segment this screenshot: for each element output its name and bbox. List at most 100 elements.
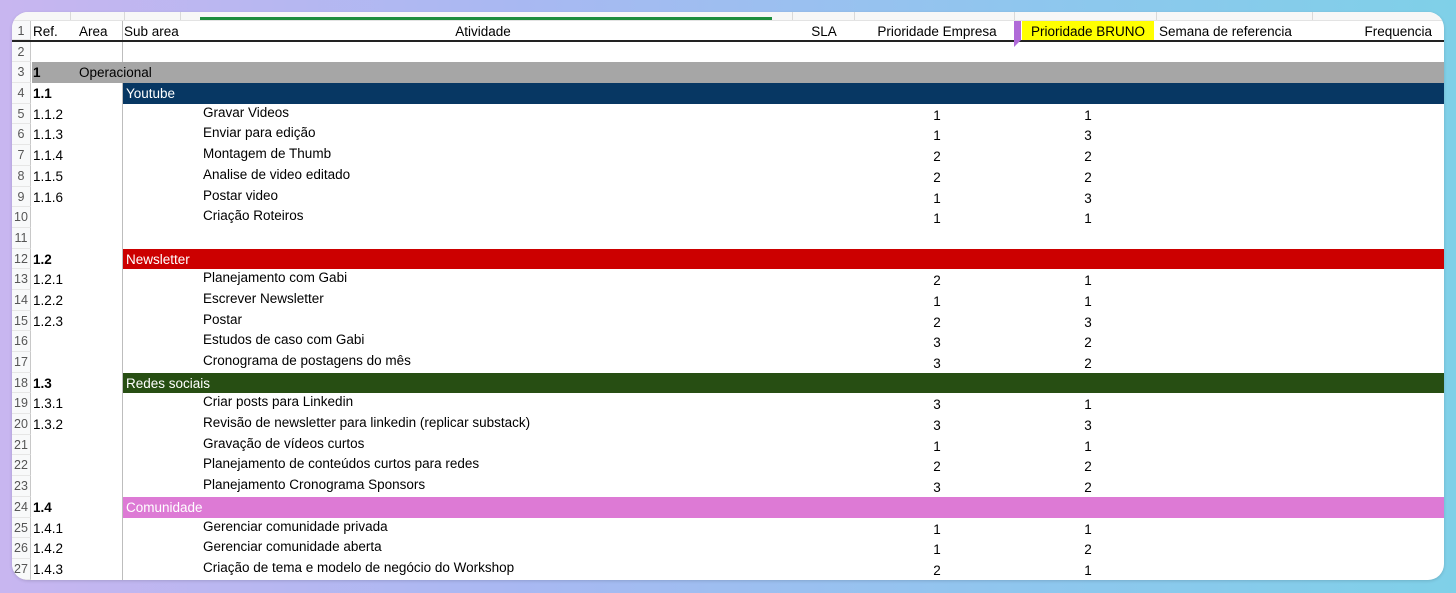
cell-atividade[interactable]: Planejamento de conteúdos curtos para re… [203, 455, 763, 476]
header-row[interactable]: 1 Ref. Area Sub area Atividade SLA Prior… [12, 21, 1444, 47]
table-row[interactable]: 21 Gravação de vídeos curtos 1 1 [12, 434, 1444, 456]
row-number[interactable]: 17 [12, 352, 31, 373]
table-row[interactable]: 5 1.1.2 Gravar Videos 1 1 [12, 103, 1444, 125]
cell-prioridade-bruno[interactable]: 2 [1022, 455, 1154, 476]
cell-atividade[interactable]: Escrever Newsletter [203, 290, 763, 311]
cell-ref[interactable]: 1.1.6 [33, 187, 78, 208]
row-number[interactable]: 2 [12, 41, 31, 63]
cell-atividade[interactable]: Postar video [203, 187, 763, 208]
header-sub-area[interactable]: Sub area [124, 21, 204, 40]
cell-ref[interactable]: 1.1.5 [33, 166, 78, 187]
section-row[interactable]: 3 1 Operacional [12, 62, 1444, 84]
cell-atividade[interactable]: Gerenciar comunidade privada [203, 518, 763, 539]
cell-atividade[interactable]: Planejamento Cronograma Sponsors [203, 476, 763, 497]
empty-row[interactable]: 11 [12, 227, 1444, 249]
cell-ref[interactable] [33, 331, 78, 352]
cell-prioridade-empresa[interactable]: 2 [862, 166, 1012, 187]
table-row[interactable]: 13 1.2.1 Planejamento com Gabi 2 1 [12, 269, 1444, 290]
cell-ref[interactable]: 1.3.1 [33, 393, 78, 414]
cell-prioridade-bruno[interactable]: 2 [1022, 352, 1154, 373]
cell-prioridade-bruno[interactable]: 1 [1022, 207, 1154, 228]
cell-prioridade-bruno[interactable]: 3 [1022, 311, 1154, 332]
cell-prioridade-empresa[interactable]: 1 [862, 290, 1012, 311]
cell-ref[interactable]: 1.4.3 [33, 559, 78, 580]
row-number[interactable]: 23 [12, 476, 31, 497]
cell-atividade[interactable]: Estudos de caso com Gabi [203, 331, 763, 352]
row-number[interactable]: 8 [12, 165, 31, 187]
header-sla[interactable]: SLA [794, 21, 854, 40]
row-number[interactable]: 21 [12, 434, 31, 456]
header-prioridade-bruno[interactable]: Prioridade BRUNO [1022, 21, 1154, 40]
header-ref[interactable]: Ref. [33, 21, 78, 40]
header-frequencia[interactable]: Frequencia [1312, 21, 1432, 40]
empty-row[interactable]: 2 [12, 41, 1444, 63]
row-number[interactable]: 15 [12, 310, 31, 332]
group-row-newsletter[interactable]: 12 1.2 Newsletter [12, 248, 1444, 270]
table-row[interactable]: 19 1.3.1 Criar posts para Linkedin 3 1 [12, 393, 1444, 415]
table-row[interactable]: 26 1.4.2 Gerenciar comunidade aberta 1 2 [12, 538, 1444, 559]
row-number[interactable]: 9 [12, 186, 31, 208]
cell-prioridade-empresa[interactable]: 1 [862, 435, 1012, 456]
table-row[interactable]: 25 1.4.1 Gerenciar comunidade privada 1 1 [12, 517, 1444, 539]
group-row-comunidade[interactable]: 24 1.4 Comunidade [12, 496, 1444, 518]
cell-atividade[interactable]: Criação Roteiros [203, 207, 763, 228]
cell-prioridade-empresa[interactable]: 3 [862, 393, 1012, 414]
cell-ref[interactable]: 1.1 [33, 83, 78, 104]
cell-ref[interactable]: 1 [33, 62, 78, 83]
cell-atividade[interactable]: Gravação de vídeos curtos [203, 435, 763, 456]
cell-prioridade-empresa[interactable]: 1 [862, 538, 1012, 559]
cell-atividade[interactable]: Cronograma de postagens do mês [203, 352, 763, 373]
cell-prioridade-empresa[interactable]: 2 [862, 269, 1012, 290]
table-row[interactable]: 20 1.3.2 Revisão de newsletter para linked… [12, 414, 1444, 435]
cell-ref[interactable] [33, 435, 78, 456]
row-number[interactable]: 20 [12, 414, 31, 435]
table-row[interactable]: 14 1.2.2 Escrever Newsletter 1 1 [12, 289, 1444, 311]
cell-prioridade-empresa[interactable]: 1 [862, 187, 1012, 208]
group-row-redes-sociais[interactable]: 18 1.3 Redes sociais [12, 372, 1444, 394]
cell-ref[interactable]: 1.4.1 [33, 518, 78, 539]
cell-atividade[interactable]: Planejamento com Gabi [203, 269, 763, 290]
table-row[interactable]: 23 Planejamento Cronograma Sponsors 3 2 [12, 476, 1444, 497]
table-row[interactable]: 16 Estudos de caso com Gabi 3 2 [12, 331, 1444, 352]
cell-atividade[interactable]: Gravar Videos [203, 104, 763, 125]
table-row[interactable]: 7 1.1.4 Montagem de Thumb 2 2 [12, 145, 1444, 166]
cell-ref[interactable]: 1.2.1 [33, 269, 78, 290]
cell-prioridade-bruno[interactable]: 1 [1022, 559, 1154, 580]
cell-atividade[interactable]: Criar posts para Linkedin [203, 393, 763, 414]
cell-area[interactable]: Operacional [79, 62, 179, 83]
cell-prioridade-empresa[interactable]: 2 [862, 455, 1012, 476]
cell-atividade[interactable]: Montagem de Thumb [203, 145, 763, 166]
row-number[interactable]: 24 [12, 496, 31, 518]
cell-prioridade-bruno[interactable]: 1 [1022, 393, 1154, 414]
cell-prioridade-empresa[interactable]: 3 [862, 414, 1012, 435]
cell-ref[interactable] [33, 207, 78, 228]
cell-prioridade-bruno[interactable]: 1 [1022, 269, 1154, 290]
row-number[interactable]: 19 [12, 393, 31, 415]
row-number[interactable]: 3 [12, 62, 31, 84]
row-number[interactable]: 26 [12, 538, 31, 559]
cell-ref[interactable]: 1.2 [33, 249, 78, 270]
cell-prioridade-empresa[interactable]: 1 [862, 124, 1012, 145]
cell-prioridade-bruno[interactable]: 2 [1022, 166, 1154, 187]
row-number[interactable]: 11 [12, 227, 31, 249]
header-prioridade-empresa[interactable]: Prioridade Empresa [862, 21, 1012, 40]
table-row[interactable]: 15 1.2.3 Postar 2 3 [12, 310, 1444, 332]
cell-prioridade-empresa[interactable]: 3 [862, 476, 1012, 497]
cell-ref[interactable]: 1.1.3 [33, 124, 78, 145]
cell-ref[interactable]: 1.4 [33, 497, 78, 518]
table-row[interactable]: 10 Criação Roteiros 1 1 [12, 207, 1444, 228]
cell-atividade[interactable]: Revisão de newsletter para linkedin (rep… [203, 414, 763, 435]
cell-ref[interactable]: 1.1.2 [33, 104, 78, 125]
cell-ref[interactable]: 1.1.4 [33, 145, 78, 166]
cell-prioridade-bruno[interactable]: 1 [1022, 518, 1154, 539]
cell-sub-area[interactable]: Redes sociais [124, 373, 326, 394]
cell-prioridade-empresa[interactable]: 2 [862, 311, 1012, 332]
row-number[interactable]: 13 [12, 269, 31, 290]
row-number[interactable]: 4 [12, 83, 31, 104]
row-number[interactable]: 6 [12, 124, 31, 146]
row-number[interactable]: 14 [12, 289, 31, 311]
cell-ref[interactable] [33, 455, 78, 476]
cell-ref[interactable]: 1.2.2 [33, 290, 78, 311]
cell-ref[interactable]: 1.2.3 [33, 311, 78, 332]
cell-prioridade-empresa[interactable]: 3 [862, 352, 1012, 373]
